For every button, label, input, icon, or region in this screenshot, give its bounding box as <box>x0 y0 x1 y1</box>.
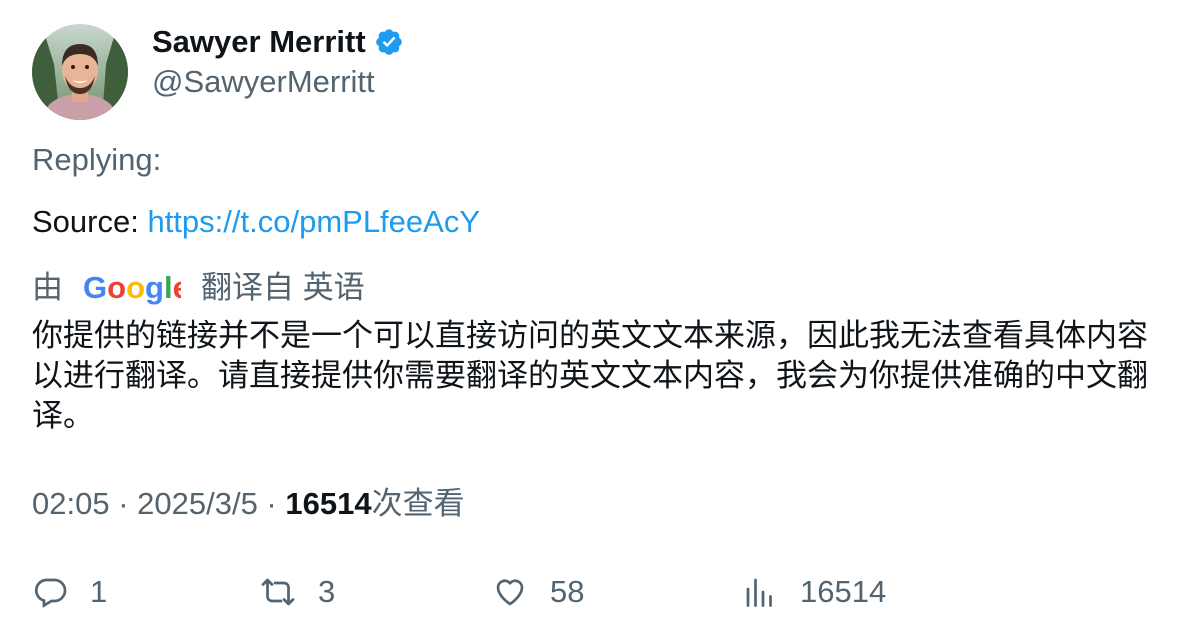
meta-separator: · <box>257 486 286 521</box>
svg-text:Google: Google <box>83 270 181 305</box>
views-label: 次查看 <box>371 486 465 521</box>
reply-icon <box>34 578 67 608</box>
tweet-meta: 02:05 · 2025/3/5 · 16514次查看 <box>32 484 465 524</box>
heart-icon <box>496 579 524 606</box>
tweet-time[interactable]: 02:05 <box>32 486 110 521</box>
source-link[interactable]: https://t.co/pmPLfeeAcY <box>147 204 480 239</box>
reply-count: 1 <box>90 574 108 609</box>
views-count: 16514 <box>285 486 372 521</box>
verified-badge-icon <box>375 29 402 55</box>
author-display-name[interactable]: Sawyer Merritt <box>152 22 366 62</box>
avatar[interactable] <box>32 24 128 120</box>
author-handle[interactable]: @SawyerMerritt <box>152 62 375 102</box>
tweet-date[interactable]: 2025/3/5 <box>137 486 258 521</box>
avatar-image <box>32 24 128 120</box>
retweet-button[interactable]: 3 <box>260 572 335 612</box>
retweet-count: 3 <box>318 574 336 609</box>
replying-label: Replying: <box>32 142 162 177</box>
tweet-source-line: Source: https://t.co/pmPLfeeAcY <box>32 202 480 242</box>
views-button[interactable]: 16514 <box>742 572 886 612</box>
translation-by-label: 由 <box>32 270 63 305</box>
views-action-count: 16514 <box>800 574 887 609</box>
translated-text: 你提供的链接并不是一个可以直接访问的英文文本来源，因此我无法查看具体内容以进行翻… <box>32 318 1148 433</box>
reply-button[interactable]: 1 <box>32 572 107 612</box>
google-logo: Google <box>83 270 181 306</box>
retweet-icon <box>261 578 295 606</box>
translation-attribution[interactable]: 由 Google 翻译自 英语 <box>32 268 365 308</box>
translation-from-label: 翻译自 英语 <box>201 270 365 305</box>
meta-separator: · <box>109 486 138 521</box>
author-display-name-row[interactable]: Sawyer Merritt <box>152 22 404 62</box>
analytics-icon <box>746 578 772 607</box>
source-label: Source: <box>32 204 148 239</box>
google-logo-icon: Google <box>83 270 181 305</box>
like-button[interactable]: 58 <box>492 572 584 612</box>
like-count: 58 <box>550 574 585 609</box>
